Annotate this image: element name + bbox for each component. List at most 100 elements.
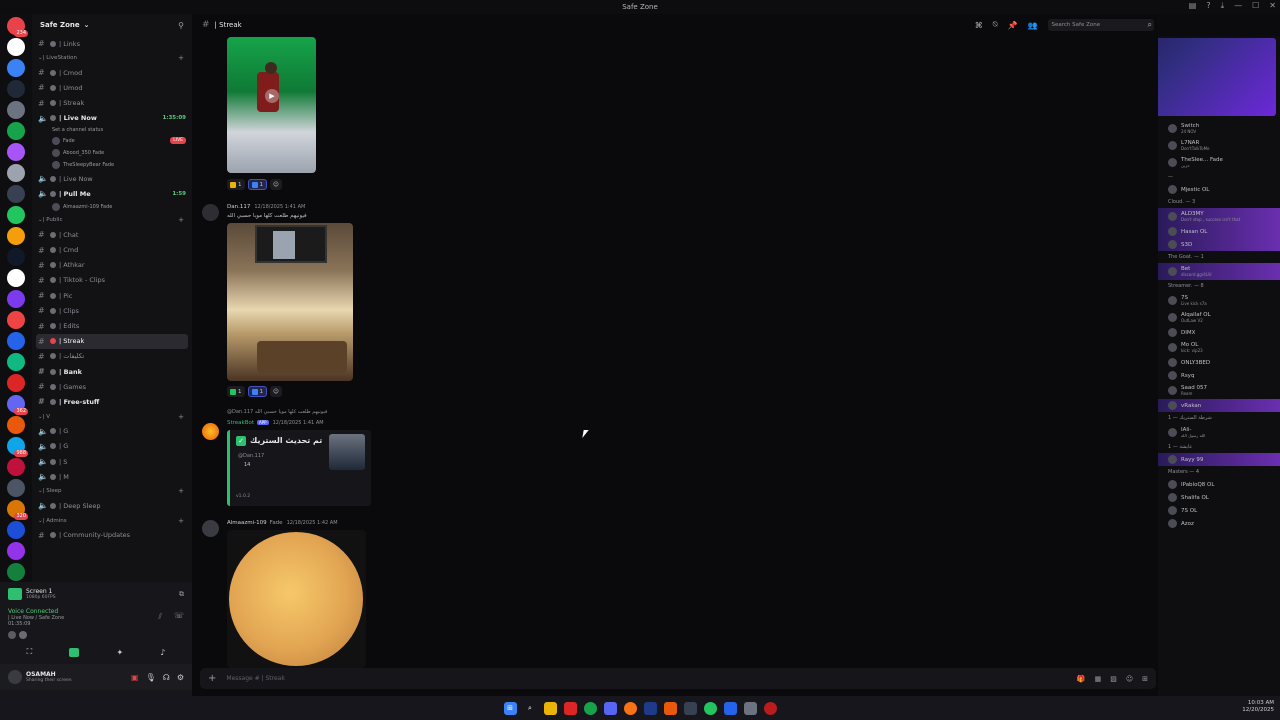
- attached-image[interactable]: ▶: [227, 37, 316, 173]
- chrome-icon[interactable]: [583, 701, 597, 715]
- threads-icon[interactable]: ⌘: [975, 21, 983, 30]
- avatar[interactable]: [202, 423, 219, 440]
- member-row[interactable]: vRakan: [1158, 399, 1280, 412]
- voice-channel[interactable]: 🔈 | G: [32, 439, 192, 454]
- app-icon[interactable]: [723, 701, 737, 715]
- add-reaction-icon[interactable]: ☺: [270, 386, 282, 397]
- pin-icon[interactable]: 📌: [1008, 21, 1018, 30]
- inbox-icon[interactable]: ▤: [1189, 1, 1197, 11]
- text-channel[interactable]: # | Tiktok - Clips: [32, 273, 192, 288]
- server-icon[interactable]: [7, 248, 25, 266]
- emoji-icon[interactable]: ☺: [1126, 675, 1133, 683]
- steam-icon[interactable]: [643, 701, 657, 715]
- server-icon[interactable]: [7, 311, 25, 329]
- member-row[interactable]: Hasan OL: [1158, 225, 1280, 238]
- voice-user[interactable]: Almaazmi-109 Fade: [32, 201, 192, 213]
- download-icon[interactable]: ⤓: [1221, 1, 1225, 11]
- text-channel[interactable]: # | Edits: [32, 318, 192, 333]
- guild-header[interactable]: Safe Zone ⌄ ⚲: [32, 14, 192, 36]
- voice-channel[interactable]: 🔈 | Deep Sleep: [32, 498, 192, 513]
- embed-thumbnail[interactable]: [329, 434, 365, 470]
- server-icon[interactable]: [7, 80, 25, 98]
- text-channel[interactable]: # | Clips: [32, 303, 192, 318]
- headphones-icon[interactable]: ☊: [163, 673, 170, 682]
- add-channel-icon[interactable]: +: [178, 413, 184, 421]
- gift-icon[interactable]: 🎁: [1077, 675, 1086, 683]
- server-icon[interactable]: [7, 59, 25, 77]
- voice-channel[interactable]: 🔈 | Pull Me 1:59: [32, 186, 192, 201]
- server-icon[interactable]: [7, 353, 25, 371]
- search-icon[interactable]: ⌕: [524, 702, 537, 715]
- member-row[interactable]: Switch 24 NOV: [1158, 120, 1280, 137]
- server-icon[interactable]: [7, 206, 25, 224]
- reaction[interactable]: 1: [227, 386, 245, 397]
- app-icon[interactable]: [623, 701, 637, 715]
- server-icon[interactable]: [7, 563, 25, 581]
- voice-channel[interactable]: 🔈 | Live Now 1:35:09: [32, 111, 192, 126]
- text-channel[interactable]: # | Umod: [32, 80, 192, 95]
- embed-mention[interactable]: @Dan.117: [238, 453, 264, 459]
- text-channel[interactable]: # | تكليفات: [32, 349, 192, 364]
- add-reaction-icon[interactable]: ☺: [270, 179, 282, 190]
- stream-preview[interactable]: [1158, 38, 1276, 116]
- member-list-icon[interactable]: 👥: [1028, 21, 1038, 30]
- text-channel[interactable]: # | Streak: [36, 333, 188, 349]
- text-channel[interactable]: # | Cmod: [32, 65, 192, 80]
- avatar[interactable]: [202, 204, 219, 221]
- member-row[interactable]: 7S OL: [1158, 504, 1280, 517]
- search-input[interactable]: Search Safe Zone: [1047, 19, 1154, 31]
- member-row[interactable]: Bet discord.gg/4UU: [1158, 263, 1280, 280]
- add-member-icon[interactable]: ⚲: [178, 21, 184, 30]
- close-button[interactable]: ✕: [1269, 1, 1276, 11]
- reply-preview[interactable]: @Dan.117 فيونيهم طلعت كلها موبا حسبي الل…: [227, 409, 327, 415]
- member-row[interactable]: Shalifa OL: [1158, 491, 1280, 504]
- text-channel[interactable]: # | Free-stuff: [32, 394, 192, 409]
- app-icon[interactable]: [663, 701, 677, 715]
- text-channel[interactable]: # | Games: [32, 379, 192, 394]
- app-icon[interactable]: [563, 701, 577, 715]
- channel-category[interactable]: ⌄ | V +: [32, 410, 192, 424]
- settings-icon[interactable]: ⚙: [177, 673, 184, 682]
- camera-icon[interactable]: ⛶: [27, 647, 33, 657]
- share-screen-button[interactable]: [69, 647, 80, 657]
- start-icon[interactable]: ⊞: [503, 701, 517, 715]
- server-icon[interactable]: [7, 458, 25, 476]
- file-explorer-icon[interactable]: [543, 701, 557, 715]
- server-icon[interactable]: [7, 164, 25, 182]
- discord-icon[interactable]: [603, 701, 617, 715]
- server-icon[interactable]: [7, 122, 25, 140]
- help-icon[interactable]: ?: [1206, 1, 1210, 11]
- member-row[interactable]: Mo OL kick: vip23: [1158, 339, 1280, 356]
- apps-icon[interactable]: ⊞: [1142, 675, 1148, 683]
- reaction[interactable]: 1: [227, 179, 245, 190]
- server-icon[interactable]: [7, 227, 25, 245]
- server-icon[interactable]: [7, 479, 25, 497]
- spotify-icon[interactable]: [703, 701, 717, 715]
- reaction[interactable]: 1: [247, 179, 267, 190]
- server-icon[interactable]: [7, 374, 25, 392]
- channel-status[interactable]: Set a channel status: [32, 126, 192, 135]
- app-icon[interactable]: [743, 701, 757, 715]
- text-channel[interactable]: # | Chat: [32, 227, 192, 242]
- add-channel-icon[interactable]: +: [178, 487, 184, 495]
- member-row[interactable]: L7NAR Don'tTalkToMe: [1158, 137, 1280, 154]
- popout-icon[interactable]: ⧉: [179, 590, 184, 599]
- message-composer[interactable]: + Message # | Streak 🎁 ▦ ▨ ☺ ⊞: [200, 668, 1156, 689]
- member-row[interactable]: IPabloQ8 OL: [1158, 478, 1280, 491]
- member-row[interactable]: TheSlee... Fade حزين: [1158, 154, 1280, 171]
- mic-icon[interactable]: 🎙: [146, 673, 156, 682]
- server-icon[interactable]: 234: [7, 17, 28, 37]
- voice-user[interactable]: TheSleepyBear Fade: [32, 159, 192, 171]
- server-icon[interactable]: [7, 38, 25, 56]
- voice-channel[interactable]: 🔈 | G: [32, 424, 192, 439]
- minimize-button[interactable]: —: [1234, 1, 1242, 11]
- avatar[interactable]: [8, 670, 22, 684]
- member-row[interactable]: ONLY3BED: [1158, 356, 1280, 369]
- member-row[interactable]: Rsyq: [1158, 369, 1280, 382]
- disconnect-icon[interactable]: ☏: [174, 611, 184, 620]
- member-row[interactable]: Alqallaf OL OutLaw V2: [1158, 309, 1280, 326]
- channel-category[interactable]: ⌄ | Public +: [32, 213, 192, 227]
- gif-icon[interactable]: ▦: [1095, 675, 1102, 683]
- voice-channel[interactable]: 🔈 | M: [32, 469, 192, 484]
- server-icon[interactable]: [7, 290, 25, 308]
